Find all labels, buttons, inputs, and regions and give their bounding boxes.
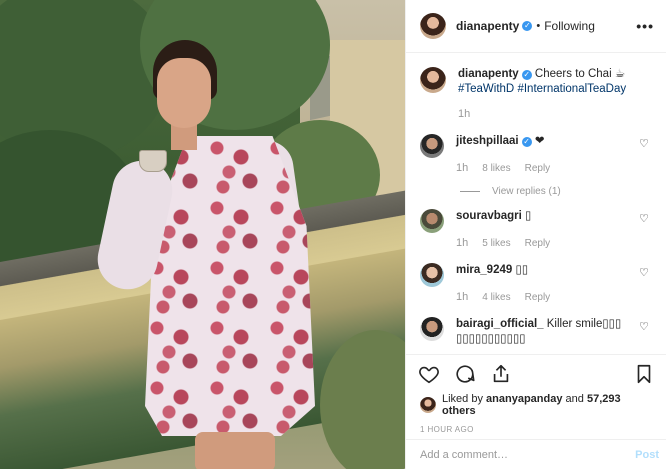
heart-icon[interactable]: ♡ [639, 322, 650, 333]
comment-text: ▯▯ [515, 264, 529, 276]
verified-icon: ✓ [521, 70, 532, 80]
divider [460, 191, 480, 192]
post-caption: dianapenty ✓ Cheers to Chai ☕ #TeaWithD #… [420, 67, 654, 122]
comment-item: bairagi_official_ Killer smile▯▯▯ ▯▯▯▯▯▯… [420, 317, 654, 347]
avatar[interactable] [420, 134, 444, 158]
heart-icon[interactable]: ♡ [639, 214, 650, 225]
hashtag-link[interactable]: #InternationalTeaDay [517, 83, 626, 95]
heart-icon[interactable]: ♡ [639, 268, 650, 279]
likes-prefix: Liked by [442, 393, 483, 405]
following-button[interactable]: Following [544, 19, 595, 33]
likes-and: and [565, 393, 584, 405]
post-photo[interactable] [0, 0, 405, 469]
verified-icon: ✓ [521, 137, 532, 147]
caption-time: 1h [458, 108, 471, 120]
caption-text: Cheers to Chai ☕ [534, 68, 626, 80]
comment-username[interactable]: bairagi_official_ [456, 318, 544, 330]
instagram-post-modal: dianapenty ✓ • Following ••• dianapenty ✓… [0, 0, 666, 469]
comment-icon[interactable] [454, 363, 476, 385]
share-icon[interactable] [490, 363, 512, 385]
comment-username[interactable]: souravbagri [456, 210, 522, 222]
heart-icon[interactable]: ♡ [639, 139, 650, 150]
comment-text: ▯ [525, 210, 532, 222]
reply-button[interactable]: Reply [525, 236, 551, 251]
verified-icon: ✓ [522, 21, 533, 31]
avatar[interactable] [420, 209, 444, 233]
comment-likes[interactable]: 5 likes [482, 236, 510, 251]
separator-dot: • [536, 20, 541, 32]
comment-text: ❤ [534, 135, 545, 147]
comment-likes[interactable]: 4 likes [482, 290, 510, 305]
post-side-panel: dianapenty ✓ • Following ••• dianapenty ✓… [405, 0, 666, 469]
view-replies-button[interactable]: View replies (1) [460, 186, 654, 197]
header-username[interactable]: dianapenty [456, 19, 519, 33]
hashtag-link[interactable]: #TeaWithD [458, 83, 514, 95]
reply-button[interactable]: Reply [525, 161, 551, 176]
caption-username[interactable]: dianapenty [458, 68, 519, 80]
heart-icon[interactable] [418, 363, 440, 385]
comments-list[interactable]: dianapenty ✓ Cheers to Chai ☕ #TeaWithD #… [406, 53, 666, 353]
bookmark-icon[interactable] [633, 363, 655, 385]
post-header: dianapenty ✓ • Following ••• [406, 0, 666, 53]
comment-item: souravbagri ▯ 1h 5 likes Reply ♡ [420, 209, 654, 251]
likes-text[interactable]: Liked by ananyapanday and 57,293 others [442, 393, 653, 417]
comment-username[interactable]: jiteshpillaai [456, 135, 519, 147]
post-timestamp[interactable]: 1 HOUR AGO [406, 417, 666, 434]
person [92, 40, 345, 469]
comment-time[interactable]: 1h [456, 236, 468, 251]
person-face [157, 58, 211, 128]
avatar[interactable] [420, 263, 444, 287]
comment-username[interactable]: mira_9249 [456, 264, 512, 276]
avatar[interactable] [420, 13, 446, 39]
tea-cup [139, 150, 167, 172]
avatar[interactable] [420, 317, 444, 341]
avatar[interactable] [420, 67, 446, 93]
reply-button[interactable]: Reply [525, 290, 551, 305]
comment-likes[interactable]: 8 likes [482, 161, 510, 176]
post-button[interactable]: Post [635, 449, 659, 461]
view-replies-label: View replies (1) [492, 186, 561, 197]
comment-time[interactable]: 1h [456, 161, 468, 176]
more-icon[interactable]: ••• [636, 18, 654, 34]
comment-item: jiteshpillaai ✓ ❤ 1h 8 likes Reply ♡ [420, 134, 654, 176]
comment-input[interactable] [420, 448, 636, 461]
person-legs [195, 432, 275, 469]
avatar[interactable] [420, 397, 436, 413]
comment-item: mira_9249 ▯▯ 1h 4 likes Reply ♡ [420, 263, 654, 305]
action-icons [406, 355, 666, 393]
comment-time[interactable]: 1h [456, 290, 468, 305]
likes-summary: Liked by ananyapanday and 57,293 others [406, 393, 666, 417]
add-comment-bar: Post [406, 439, 666, 469]
liked-by-user[interactable]: ananyapanday [486, 393, 562, 405]
